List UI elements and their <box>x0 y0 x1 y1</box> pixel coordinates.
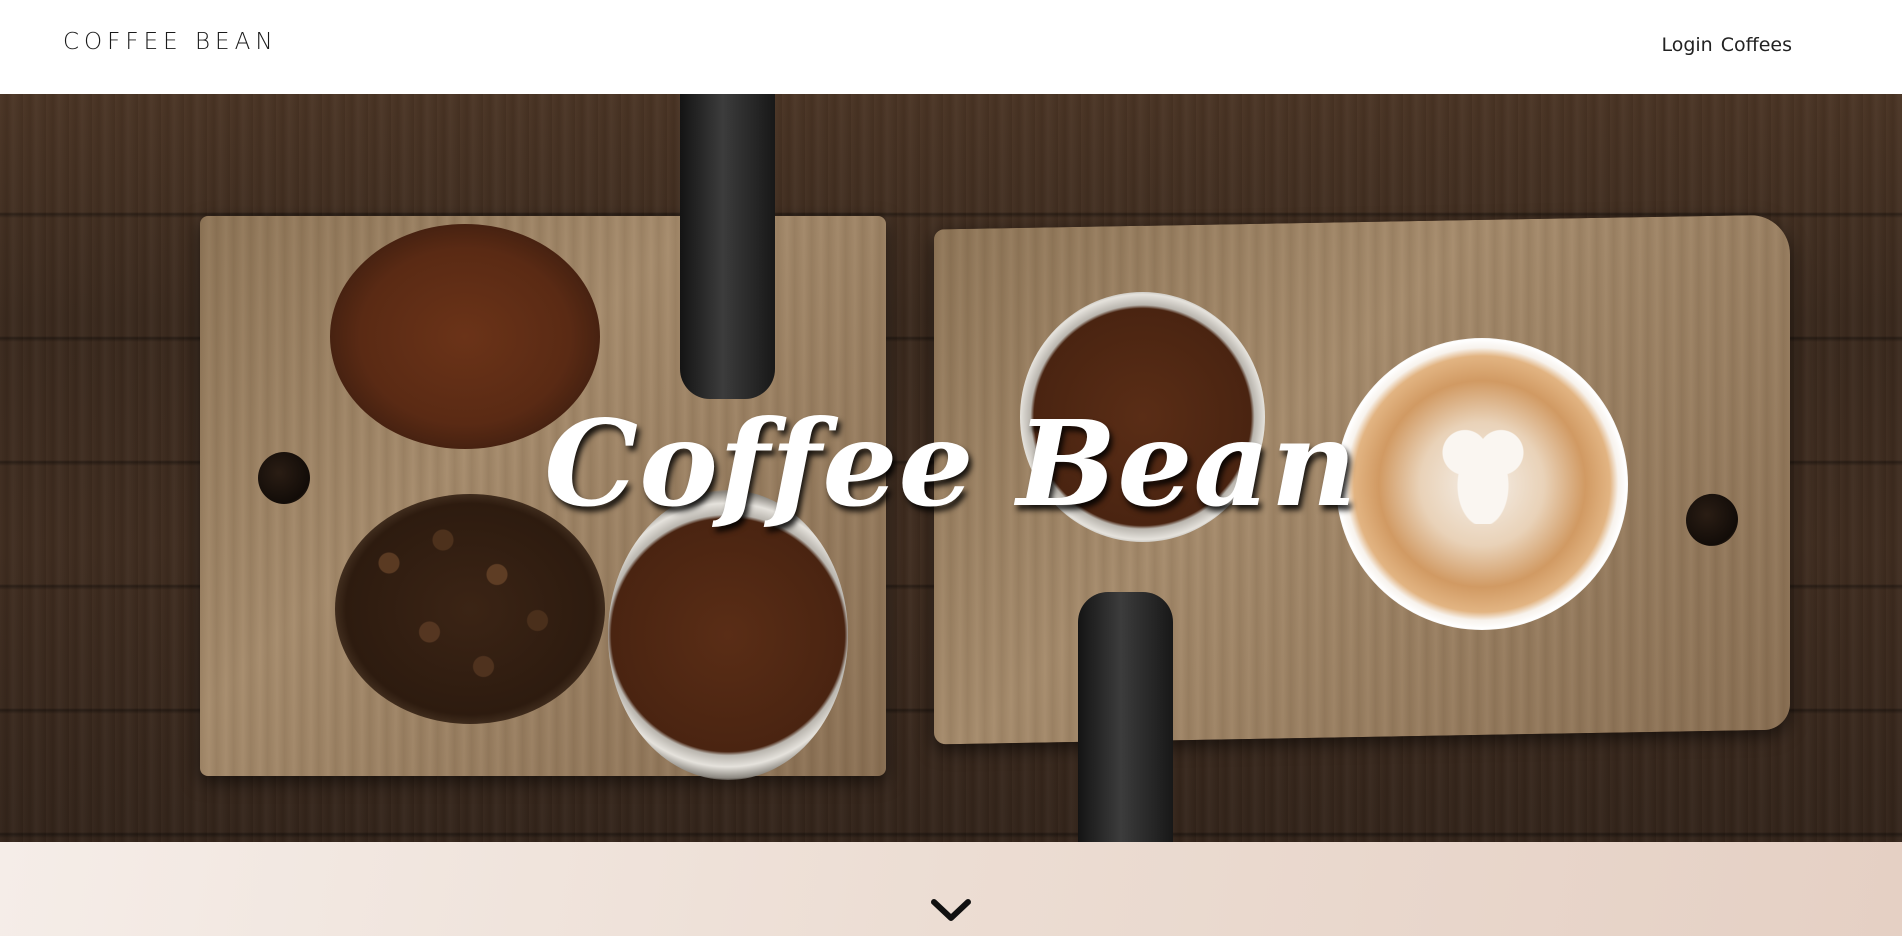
portafilter-handle <box>680 94 775 399</box>
portafilter-basket <box>608 490 848 780</box>
top-navbar: COFFEE BEAN Login Coffees <box>0 0 1902 94</box>
chevron-down-icon-graphic <box>931 899 971 921</box>
portafilter-handle <box>1078 592 1173 842</box>
nav-link-coffees[interactable]: Coffees <box>1721 34 1792 56</box>
hero-title: Coffee Bean <box>544 394 1358 533</box>
brand-logo-link[interactable]: COFFEE BEAN <box>63 29 278 55</box>
nav-links: Login Coffees <box>1661 34 1792 56</box>
nav-link-login[interactable]: Login <box>1661 34 1712 56</box>
hero-banner: Coffee Bean <box>0 94 1902 842</box>
chevron-down-icon[interactable] <box>930 898 972 928</box>
